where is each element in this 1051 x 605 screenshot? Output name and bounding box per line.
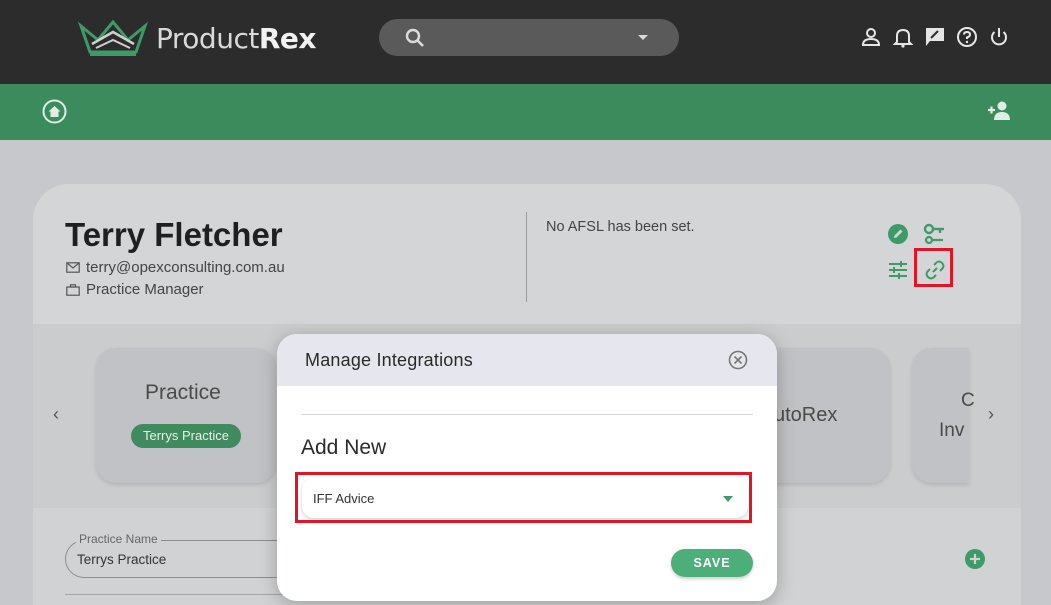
profile-header: Terry Fletcher terry@opexconsulting.com.… bbox=[33, 184, 1021, 324]
tile-title: C bbox=[961, 390, 975, 411]
practice-name-field[interactable]: Practice Name Terrys Practice bbox=[65, 532, 295, 578]
bell-icon[interactable] bbox=[892, 26, 914, 48]
close-icon[interactable] bbox=[728, 350, 748, 370]
tile-practice[interactable]: Practice Terrys Practice bbox=[96, 348, 276, 483]
sub-nav-bar bbox=[0, 84, 1051, 140]
tile-subtitle: Inv bbox=[939, 420, 965, 441]
search-icon bbox=[405, 28, 424, 47]
tile-investments[interactable]: C Inv bbox=[912, 348, 975, 483]
settings-sliders-icon[interactable] bbox=[886, 258, 910, 282]
user-name: Terry Fletcher bbox=[65, 216, 283, 253]
manage-integrations-modal: Manage Integrations Add New IFF Advice S… bbox=[277, 334, 777, 601]
select-highlight bbox=[295, 472, 752, 523]
modal-divider bbox=[301, 414, 753, 415]
user-icon[interactable] bbox=[860, 26, 882, 48]
mail-icon bbox=[66, 262, 80, 273]
carousel-prev-icon[interactable]: ‹ bbox=[53, 404, 59, 425]
edit-icon[interactable] bbox=[886, 222, 910, 246]
carousel-next-icon[interactable]: › bbox=[988, 404, 994, 425]
practice-chip: Terrys Practice bbox=[131, 424, 241, 448]
productrex-logo[interactable]: ProductRex bbox=[78, 18, 316, 58]
modal-header: Manage Integrations bbox=[277, 334, 777, 386]
search-bar[interactable] bbox=[379, 19, 679, 56]
feedback-icon[interactable] bbox=[924, 26, 946, 48]
practice-name-label: Practice Name bbox=[76, 532, 161, 546]
user-email: terry@opexconsulting.com.au bbox=[86, 259, 285, 276]
save-button[interactable]: SAVE bbox=[671, 549, 753, 577]
help-icon[interactable] bbox=[956, 26, 978, 48]
tile-title: utoRex bbox=[774, 404, 838, 426]
modal-title: Manage Integrations bbox=[305, 350, 473, 370]
afsl-status: No AFSL has been set. bbox=[546, 219, 695, 235]
power-icon[interactable] bbox=[988, 26, 1010, 48]
tile-title: Practice bbox=[145, 381, 221, 404]
user-role: Practice Manager bbox=[86, 281, 204, 298]
add-new-heading: Add New bbox=[301, 436, 387, 459]
home-icon[interactable] bbox=[42, 99, 67, 124]
user-email-row: terry@opexconsulting.com.au bbox=[66, 259, 285, 276]
header-divider bbox=[526, 212, 527, 302]
practice-name-value: Terrys Practice bbox=[77, 552, 167, 567]
add-user-icon[interactable] bbox=[986, 100, 1014, 122]
form-divider bbox=[65, 594, 295, 595]
add-circle-icon[interactable] bbox=[964, 548, 986, 570]
search-dropdown-caret-icon[interactable] bbox=[638, 35, 648, 40]
briefcase-icon bbox=[66, 283, 80, 296]
top-bar: ProductRex bbox=[0, 0, 1051, 84]
key-icon[interactable] bbox=[923, 222, 947, 246]
brand-name: ProductRex bbox=[156, 21, 316, 55]
crown-logo-icon bbox=[78, 19, 148, 56]
header-icons bbox=[860, 26, 1010, 48]
link-icon-highlight bbox=[914, 248, 953, 287]
user-role-row: Practice Manager bbox=[66, 281, 204, 298]
